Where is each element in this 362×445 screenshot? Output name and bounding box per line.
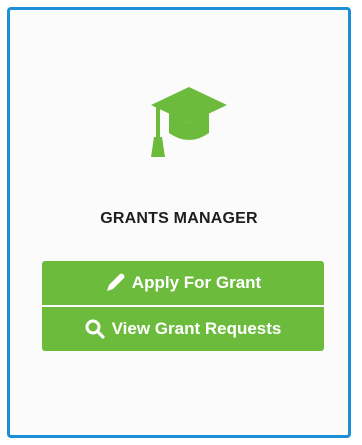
search-icon: [85, 319, 105, 339]
widget-title: GRANTS MANAGER: [100, 210, 258, 227]
view-grant-requests-button[interactable]: View Grant Requests: [42, 307, 324, 351]
grants-manager-card: GRANTS MANAGER Apply For Grant View Gran…: [7, 7, 351, 438]
apply-for-grant-label: Apply For Grant: [131, 273, 262, 292]
apply-for-grant-button[interactable]: Apply For Grant: [42, 261, 324, 305]
pencil-icon: [105, 273, 125, 293]
graduation-cap-icon: [149, 85, 229, 175]
view-grant-requests-label: View Grant Requests: [111, 319, 282, 338]
